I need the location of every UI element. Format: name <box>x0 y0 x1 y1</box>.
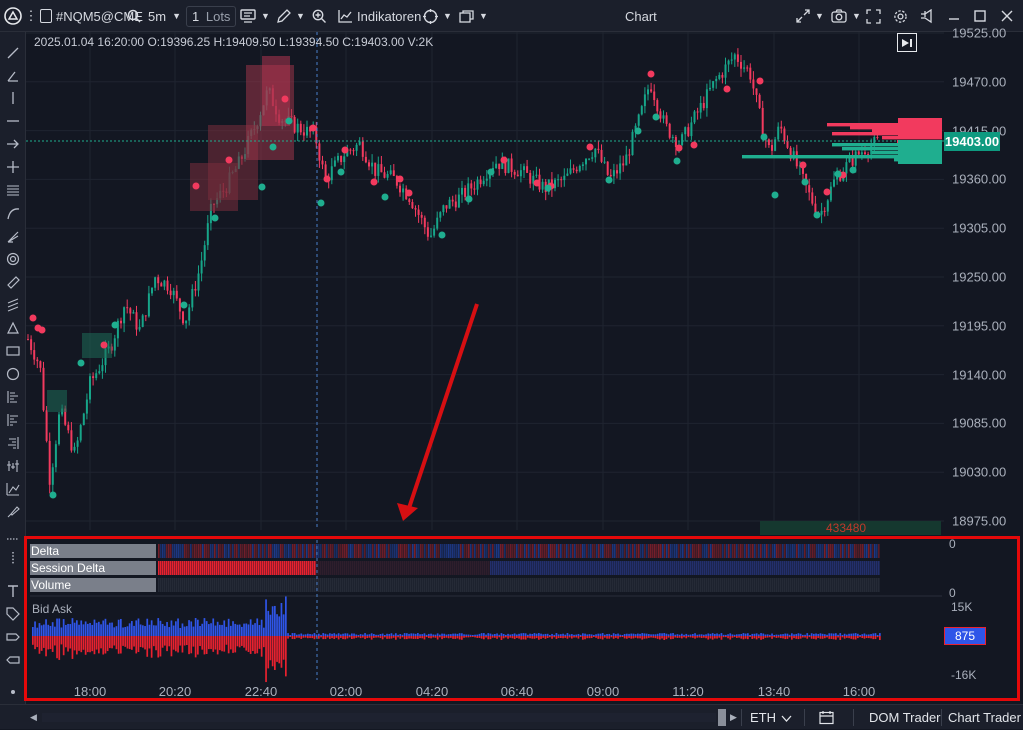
session-selector[interactable]: ETH <box>750 705 792 730</box>
chevron-down-icon <box>781 710 792 725</box>
divider <box>741 709 742 726</box>
divider <box>853 709 854 726</box>
lower-axis-bottom: -16K <box>951 668 977 682</box>
time-axis-label: 13:40 <box>757 684 791 699</box>
indicator-panel-highlight <box>24 536 1020 701</box>
upper-axis-top: 0 <box>949 537 956 551</box>
time-axis-label: 02:00 <box>329 684 363 699</box>
time-axis-label: 18:00 <box>73 684 107 699</box>
calendar-icon[interactable] <box>819 705 834 730</box>
time-axis-label: 09:00 <box>586 684 620 699</box>
bottom-bar: ◀ ▶ ETH DOM Trader Chart Trader <box>0 704 1023 729</box>
divider <box>941 709 942 726</box>
session-delta-label[interactable]: Session Delta <box>30 561 156 575</box>
bid-ask-value-badge: 875 <box>944 627 986 645</box>
scroll-left-icon[interactable]: ◀ <box>30 705 37 730</box>
bid-ask-label: Bid Ask <box>32 602 73 616</box>
divider <box>804 709 805 726</box>
time-axis-label: 04:20 <box>415 684 449 699</box>
horizontal-scrollbar[interactable] <box>42 713 716 722</box>
upper-axis-bottom: 0 <box>949 586 956 600</box>
scrollbar-thumb[interactable] <box>718 709 726 726</box>
time-axis-label: 22:40 <box>244 684 278 699</box>
scroll-right-icon[interactable]: ▶ <box>730 705 737 730</box>
lower-axis-top: 15K <box>951 600 973 614</box>
volume-label[interactable]: Volume <box>30 578 156 592</box>
time-axis-label: 06:40 <box>500 684 534 699</box>
bid-ask-value: 875 <box>954 629 976 643</box>
time-axis-label: 20:20 <box>158 684 192 699</box>
chart-trader-button[interactable]: Chart Trader <box>948 705 1021 730</box>
delta-label[interactable]: Delta <box>30 544 156 558</box>
eth-label: ETH <box>750 710 776 725</box>
time-axis-label: 11:20 <box>672 684 704 699</box>
time-axis-label: 16:00 <box>842 684 876 699</box>
dom-trader-button[interactable]: DOM Trader <box>869 705 941 730</box>
